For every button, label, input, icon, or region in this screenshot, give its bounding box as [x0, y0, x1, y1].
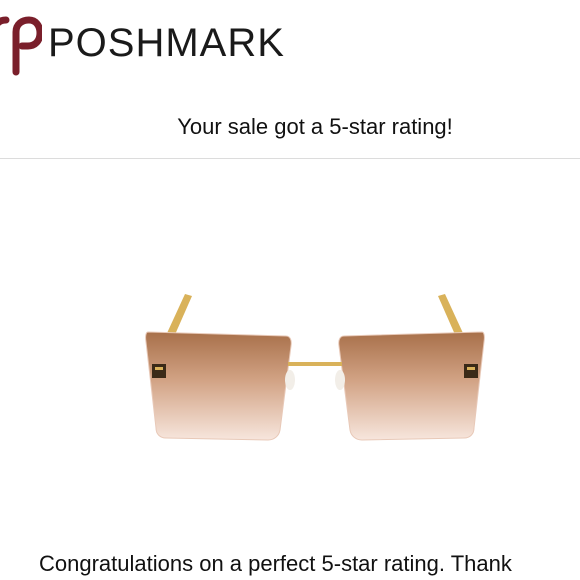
email-page: POSHMARK Your sale got a 5-star rating! … [0, 0, 580, 580]
rating-headline: Your sale got a 5-star rating! [177, 114, 453, 139]
header: POSHMARK [0, 0, 580, 80]
brand-name: POSHMARK [48, 21, 285, 65]
sunglasses-image [145, 294, 485, 441]
congratulations-text: Congratulations on a perfect 5-star rati… [39, 551, 512, 576]
poshmark-logo-icon [0, 16, 42, 76]
divider [0, 158, 580, 159]
